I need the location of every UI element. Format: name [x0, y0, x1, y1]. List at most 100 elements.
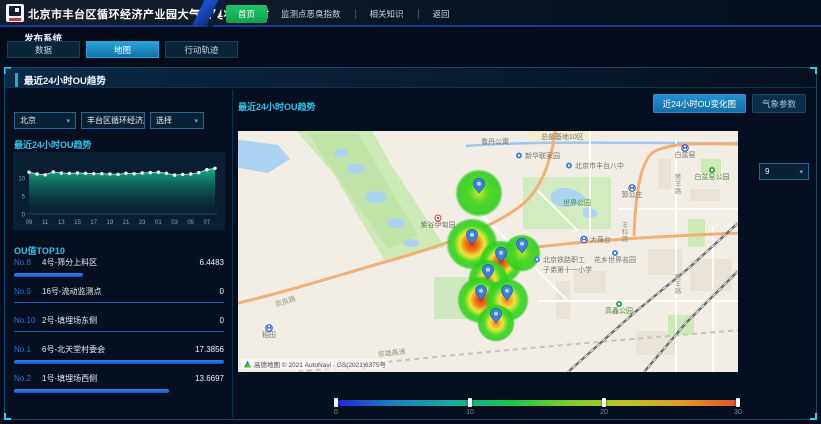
tab-data[interactable]: 数据	[7, 41, 80, 58]
trend-point[interactable]	[44, 173, 47, 176]
trend-point[interactable]	[173, 173, 176, 176]
trend-point[interactable]	[35, 172, 38, 175]
poi-icon	[612, 250, 618, 256]
nav-item-odor-index[interactable]: 监测点恶臭指数	[281, 8, 341, 20]
tab-map[interactable]: 地图	[86, 41, 159, 58]
y-tick-label: 5	[22, 195, 26, 201]
tab-track[interactable]: 行动轨迹	[165, 41, 238, 58]
colorbar-marker	[602, 398, 606, 407]
colorbar-tick-label: 30	[734, 409, 742, 416]
trend-point[interactable]	[60, 171, 63, 174]
trend-point[interactable]	[132, 172, 135, 175]
x-tick-label: 01	[155, 220, 162, 226]
ou-change-map-button[interactable]: 近24小时OU变化图	[653, 94, 746, 113]
map-label: 白盆窑公园	[695, 172, 730, 181]
ou-value-bar	[14, 389, 169, 393]
x-tick-label: 05	[187, 220, 194, 226]
poi-icon	[516, 153, 522, 159]
nav-item-knowledge[interactable]: 相关知识	[370, 8, 404, 20]
heatmap-map[interactable]: 看丹公寓总部基地10区新华联家园北京市丰台八中世界公园大葆台北京铁路职工子弟第十…	[238, 131, 738, 372]
filter-bar: 北京 ▾ 丰台区循环经济产 ▾ 选择 ▾	[14, 112, 204, 129]
trend-point[interactable]	[116, 173, 119, 176]
trend-point[interactable]	[157, 171, 160, 174]
ou-value-bar	[14, 360, 224, 364]
trend-point[interactable]	[68, 172, 71, 175]
monitor-point-name: 6号-北天堂村委会	[42, 344, 195, 355]
ou-value: 0	[220, 316, 224, 325]
map-label: 世界公园	[563, 198, 591, 207]
chevron-down-icon: ▾	[194, 117, 198, 125]
map-label: 北京市丰台八中	[575, 161, 624, 170]
y-tick-label: 0	[22, 213, 26, 219]
trend-area	[29, 168, 215, 214]
trend-point[interactable]	[124, 172, 127, 175]
trend-point[interactable]	[141, 171, 144, 174]
x-tick-label: 19	[107, 220, 114, 226]
map-label: 新华联家园	[525, 151, 560, 160]
column-divider	[232, 90, 233, 418]
app-header: 北京市丰台区循环经济产业园大气恶臭状况实时 首页 监测点恶臭指数 相关知识 返回	[0, 0, 821, 27]
rank-number: No.10	[14, 316, 42, 325]
map-road-label: 樊羊路	[675, 272, 682, 295]
trend-point[interactable]	[205, 168, 208, 171]
app-logo-icon	[6, 4, 24, 22]
rank-number: No.1	[14, 345, 42, 354]
ou-value-bar	[14, 302, 224, 303]
trend-point[interactable]	[84, 172, 87, 175]
city-select-value: 北京	[20, 115, 36, 126]
map-section-label: 最近24小时OU趋势	[238, 100, 316, 113]
trend-point[interactable]	[100, 172, 103, 175]
main-nav: 首页 监测点恶臭指数 相关知识 返回	[226, 0, 450, 27]
ranking-title: OU值TOP10	[14, 244, 65, 257]
ranking-row[interactable]: No.102号-填埋场东侧0	[14, 315, 224, 335]
metro-icon	[266, 325, 272, 331]
trend-point[interactable]	[165, 172, 168, 175]
trend-point[interactable]	[189, 172, 192, 175]
ou-value-bar	[14, 331, 224, 332]
monitor-point-name: 4号-筛分上料区	[42, 257, 200, 268]
x-tick-label: 03	[171, 220, 178, 226]
trend-point[interactable]	[27, 171, 30, 174]
ranking-row[interactable]: No.21号-填埋场西侧13.6697	[14, 373, 224, 393]
trend-point[interactable]	[197, 171, 200, 174]
trend-point[interactable]	[213, 167, 216, 170]
park-select[interactable]: 丰台区循环经济产 ▾	[81, 112, 145, 129]
x-tick-label: 17	[90, 220, 97, 226]
metro-icon	[682, 145, 688, 151]
ranking-row[interactable]: No.916号-流动监测点0	[14, 286, 224, 306]
ou-ranking-list: No.84号-筛分上料区6.4483 No.916号-流动监测点0 No.102号-…	[14, 257, 224, 402]
nav-item-back[interactable]: 返回	[433, 8, 450, 20]
rank-number: No.2	[14, 374, 42, 383]
rank-number: No.8	[14, 258, 42, 267]
trend-chart-label: 最近24小时OU趋势	[14, 138, 92, 151]
trend-point[interactable]	[149, 171, 152, 174]
city-select[interactable]: 北京 ▾	[14, 112, 76, 129]
x-tick-label: 07	[204, 220, 211, 226]
ranking-row[interactable]: No.16号-北天堂村委会17.3856	[14, 344, 224, 364]
poi-icon	[534, 257, 540, 263]
trend-chart: 0510091113151719212301030507	[13, 152, 225, 230]
x-tick-label: 23	[139, 220, 146, 226]
trend-point[interactable]	[92, 172, 95, 175]
trend-point[interactable]	[52, 170, 55, 173]
map-layer-select[interactable]: 9 ▾	[759, 163, 809, 180]
y-tick-label: 10	[18, 177, 25, 183]
park-select-value: 丰台区循环经济产	[87, 115, 145, 126]
nav-item-home[interactable]: 首页	[226, 5, 267, 23]
nav-separator	[355, 9, 356, 19]
map-label: 北京铁路职工	[543, 255, 585, 264]
trend-point[interactable]	[76, 171, 79, 174]
chevron-down-icon: ▾	[799, 168, 803, 176]
map-label: 大葆台	[590, 235, 611, 244]
point-select[interactable]: 选择 ▾	[150, 112, 204, 129]
map-layer-select-value: 9	[765, 167, 769, 176]
poi-icon	[566, 163, 572, 169]
trend-point[interactable]	[108, 172, 111, 175]
heat-colorbar	[336, 400, 738, 406]
monitor-point-name: 1号-填埋场西侧	[42, 373, 195, 384]
weather-params-button[interactable]: 气象参数	[752, 94, 806, 113]
x-tick-label: 21	[123, 220, 130, 226]
ranking-row[interactable]: No.84号-筛分上料区6.4483	[14, 257, 224, 277]
trend-point[interactable]	[181, 173, 184, 176]
metro-icon	[581, 236, 587, 242]
